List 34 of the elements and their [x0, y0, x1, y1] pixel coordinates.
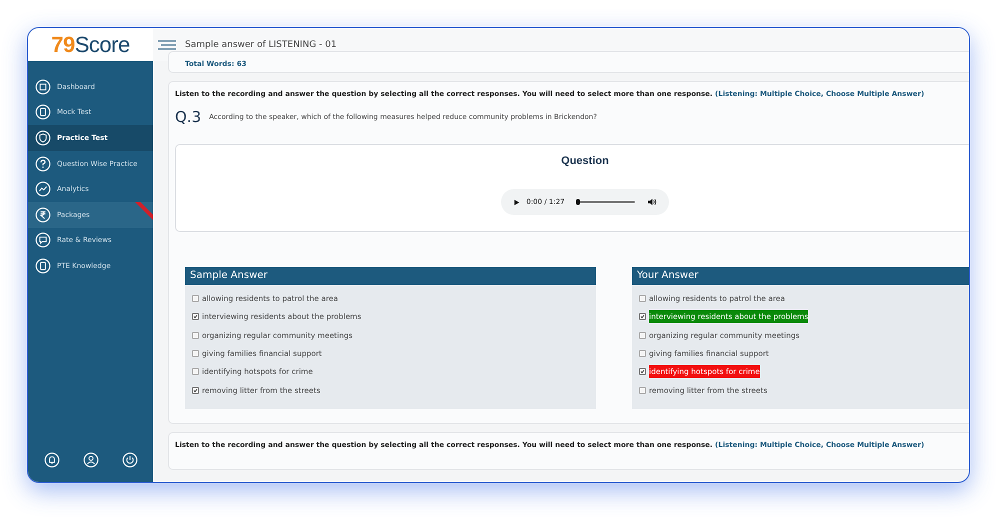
dashboard-icon	[35, 78, 51, 95]
logout-button[interactable]	[122, 452, 138, 468]
checkbox[interactable]	[639, 368, 646, 376]
panel-header: Sample Answer	[185, 267, 596, 285]
ribbon-icon	[135, 202, 153, 220]
checkbox[interactable]	[639, 350, 646, 358]
page-title: Sample answer of LISTENING - 01	[185, 40, 337, 50]
checkbox[interactable]	[639, 332, 646, 339]
checkbox[interactable]	[639, 295, 646, 302]
rupee-icon	[35, 206, 51, 223]
question-number: Q.3	[175, 108, 202, 126]
question-icon	[35, 156, 51, 172]
audio-progress-handle[interactable]	[576, 199, 580, 205]
shield-icon	[35, 130, 51, 146]
checkbox[interactable]	[192, 386, 199, 394]
chart-icon	[35, 181, 51, 198]
checkbox[interactable]	[192, 368, 199, 376]
checkbox[interactable]	[192, 332, 199, 339]
chat-icon	[35, 232, 51, 248]
panel-heading: Question	[561, 155, 609, 167]
notification-button[interactable]	[44, 452, 60, 468]
logo: 79Score	[28, 28, 153, 61]
volume-icon[interactable]	[646, 198, 657, 206]
checkbox[interactable]	[192, 295, 199, 302]
menu-button[interactable]	[158, 40, 176, 50]
checkbox[interactable]	[639, 386, 646, 394]
checkbox[interactable]	[192, 313, 199, 320]
panel-header: Your Answer	[632, 267, 969, 285]
play-button[interactable]	[513, 198, 520, 206]
profile-button[interactable]	[82, 452, 98, 468]
document-icon	[35, 258, 51, 274]
checkbox[interactable]	[639, 313, 646, 320]
checkbox[interactable]	[192, 350, 199, 358]
document-icon	[35, 104, 51, 120]
